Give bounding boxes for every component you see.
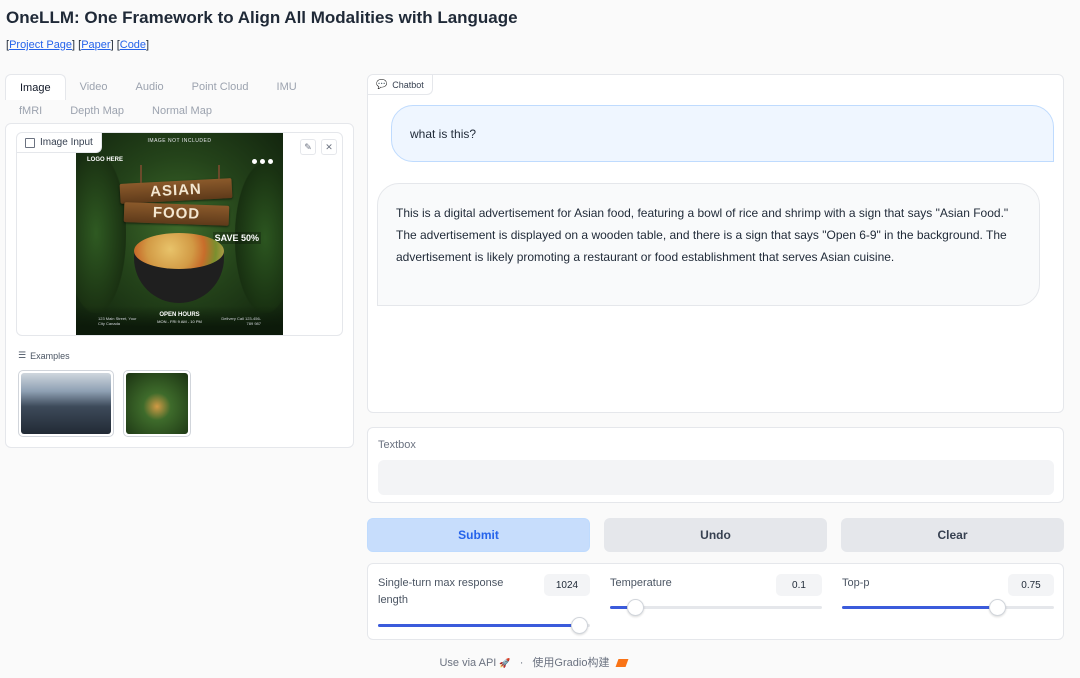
temperature-value[interactable]: 0.1 (776, 574, 822, 596)
top-p-fill (842, 606, 997, 609)
user-message: what is this? (391, 105, 1054, 162)
clear-button[interactable]: Clear (841, 518, 1064, 552)
max-length-handle[interactable] (571, 617, 589, 634)
poster-social-icons (252, 159, 273, 164)
chatbot-label-text: Chatbot (392, 79, 424, 90)
close-icon[interactable]: ✕ (321, 139, 337, 155)
footer-separator: · (519, 657, 524, 669)
textbox-label: Textbox (378, 439, 416, 451)
top-p-track[interactable] (842, 599, 1054, 616)
message-input[interactable] (378, 460, 1054, 495)
uploaded-image: IMAGE NOT INCLUDED LOGO HERE ASIAN FOOD … (76, 133, 283, 335)
image-input-label-text: Image Input (40, 137, 93, 148)
rocket-icon: 🚀 (499, 658, 511, 668)
top-p-value[interactable]: 0.75 (1008, 574, 1054, 596)
tab-fmri[interactable]: fMRI (5, 98, 56, 124)
poster-food (134, 233, 224, 269)
image-icon (25, 137, 35, 148)
max-length-fill (378, 624, 580, 627)
chat-bubble-icon: 💬 (376, 79, 388, 89)
page-title: OneLLM: One Framework to Align All Modal… (6, 8, 518, 27)
pencil-icon[interactable]: ✎ (300, 139, 316, 155)
poster-sign-line1: ASIAN (119, 178, 233, 204)
top-p-handle[interactable] (988, 599, 1006, 616)
poster-address: 123 Main Street, Your City Canada (98, 316, 137, 326)
chatbot-label: 💬 Chatbot (368, 75, 433, 95)
paper-link[interactable]: Paper (81, 39, 110, 51)
top-p-slider: Top-p 0.75 (842, 564, 1054, 641)
built-with-gradio-link[interactable]: 使用Gradio构建 (532, 657, 609, 669)
max-length-value[interactable]: 1024 (544, 574, 590, 596)
textbox-block: Textbox (367, 427, 1064, 503)
tab-audio[interactable]: Audio (122, 74, 178, 100)
temperature-track[interactable] (610, 599, 822, 616)
tab-image[interactable]: Image (5, 74, 66, 100)
footer: Use via API 🚀 · 使用Gradio构建 (0, 654, 1066, 670)
parameter-sliders: Single-turn max response length 1024 Tem… (367, 563, 1064, 640)
use-via-api-link[interactable]: Use via API (439, 657, 496, 669)
examples-label-text: Examples (30, 350, 70, 361)
tab-video[interactable]: Video (66, 74, 122, 100)
modality-tabs-row1: Image Video Audio Point Cloud IMU (5, 74, 311, 100)
project-page-link[interactable]: Project Page (9, 39, 72, 51)
max-length-track[interactable] (378, 617, 590, 634)
chatbot: 💬 Chatbot what is this? This is a digita… (367, 74, 1064, 413)
poster-logo: LOGO HERE (87, 157, 124, 163)
temperature-handle[interactable] (627, 599, 645, 616)
max-length-slider: Single-turn max response length 1024 (378, 564, 590, 641)
bot-message: This is a digital advertisement for Asia… (377, 183, 1040, 306)
poster-top-text: IMAGE NOT INCLUDED (147, 138, 212, 144)
image-tools: ✎ ✕ (300, 139, 337, 155)
example-thumbnail-city[interactable] (18, 370, 114, 437)
max-length-label: Single-turn max response length (378, 577, 504, 606)
code-link[interactable]: Code (120, 39, 146, 51)
top-p-label: Top-p (842, 577, 870, 589)
poster-delivery: Delivery Call 123-456-789 987 (221, 316, 261, 326)
submit-button[interactable]: Submit (367, 518, 590, 552)
image-input-label: Image Input (17, 133, 102, 153)
left-panel: Image Video Audio Point Cloud IMU fMRI D… (5, 73, 354, 448)
poster-save-badge: SAVE 50% (212, 232, 261, 244)
tab-point-cloud[interactable]: Point Cloud (178, 74, 263, 100)
tab-depth-map[interactable]: Depth Map (56, 98, 138, 124)
temperature-slider: Temperature 0.1 (610, 564, 822, 641)
examples-label: ☰ Examples (18, 350, 70, 361)
header-links: [Project Page] [Paper] [Code] (6, 39, 150, 51)
poster-foliage-left (76, 153, 126, 313)
undo-button[interactable]: Undo (604, 518, 827, 552)
poster-sign-line2: FOOD (123, 202, 230, 226)
image-input[interactable]: Image Input ✎ ✕ IMAGE NOT INCLUDED LOGO … (16, 132, 343, 336)
modality-tabs-row2: fMRI Depth Map Normal Map (5, 98, 226, 124)
tab-imu[interactable]: IMU (263, 74, 311, 100)
tab-normal-map[interactable]: Normal Map (138, 98, 226, 124)
example-thumbnail-food[interactable] (123, 370, 191, 437)
gradio-logo-icon (615, 659, 628, 668)
list-icon: ☰ (18, 350, 27, 360)
image-tab-panel: Image Input ✎ ✕ IMAGE NOT INCLUDED LOGO … (5, 123, 354, 448)
temperature-label: Temperature (610, 577, 672, 589)
